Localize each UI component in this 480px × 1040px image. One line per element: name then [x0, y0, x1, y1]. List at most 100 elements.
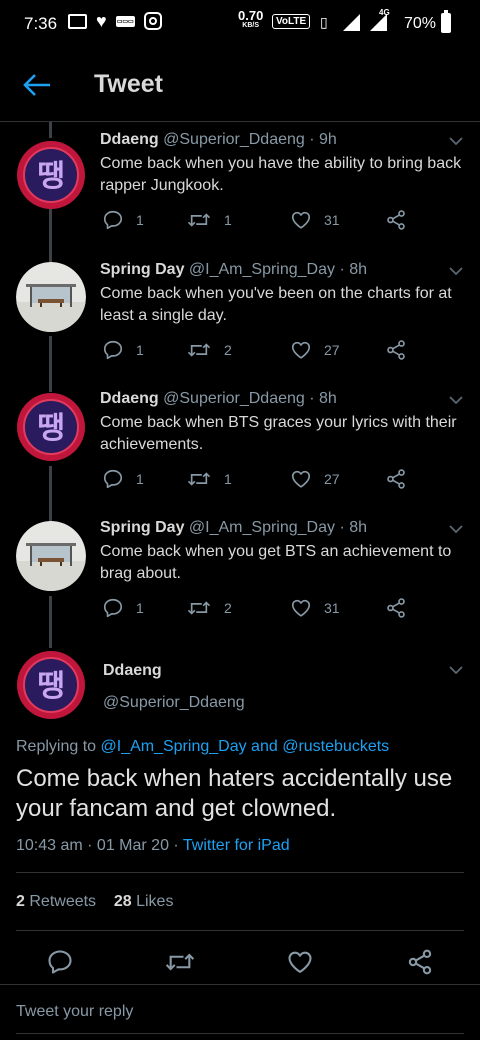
like-button[interactable]: 31: [290, 597, 340, 619]
ddaeng-avatar[interactable]: 땡: [16, 140, 86, 210]
mail-icon: [68, 13, 87, 29]
reply-count: 1: [136, 342, 144, 358]
share-icon: [385, 597, 407, 619]
share-icon[interactable]: [406, 948, 434, 976]
like-button[interactable]: 31: [290, 209, 340, 231]
retweet-icon[interactable]: [164, 948, 196, 976]
main-tweet-text: Come back when haters accidentally use y…: [16, 765, 453, 822]
volte-badge: VoLTE: [272, 14, 311, 29]
tweet-header: Ddaeng @Superior_Ddaeng · 9h: [100, 131, 337, 149]
tweet-item[interactable]: Spring Day @I_Am_Spring_Day · 8h Come ba…: [0, 261, 480, 371]
reply-count: 1: [136, 600, 144, 616]
share-button[interactable]: [385, 209, 407, 231]
tweet-author-handle[interactable]: @I_Am_Spring_Day: [189, 261, 335, 278]
ddaeng-avatar[interactable]: 땡: [16, 392, 86, 462]
replying-to: Replying to @I_Am_Spring_Day and @rusteb…: [16, 738, 390, 755]
retweet-count: 2: [224, 600, 232, 616]
signal-icon: [343, 14, 360, 31]
reply-button[interactable]: 1: [102, 597, 144, 619]
tweet-header: Spring Day @I_Am_Spring_Day · 8h: [100, 261, 367, 279]
tweet-time: · 8h: [309, 390, 337, 407]
retweet-count: 1: [224, 212, 232, 228]
tweet-author-name[interactable]: Ddaeng: [100, 131, 159, 148]
network-type: 4G: [379, 8, 390, 17]
reply-icon[interactable]: [46, 948, 74, 976]
tweet-text: Come back when you've been on the charts…: [100, 285, 452, 324]
tweet-author-name[interactable]: Ddaeng: [100, 390, 159, 407]
tweet-author-handle[interactable]: @I_Am_Spring_Day: [189, 519, 335, 536]
retweet-button[interactable]: 1: [186, 209, 232, 231]
heart-icon[interactable]: [286, 948, 314, 976]
replying-user-link[interactable]: @I_Am_Spring_Day: [101, 738, 247, 755]
reply-button[interactable]: 1: [102, 339, 144, 361]
spring-day-avatar[interactable]: [16, 262, 86, 332]
retweet-button[interactable]: 2: [186, 339, 232, 361]
svg-text:땡: 땡: [37, 411, 65, 446]
replying-user-link[interactable]: @rustebuckets: [282, 738, 389, 755]
tweet-author-handle[interactable]: @Superior_Ddaeng: [163, 131, 305, 148]
reply-icon: [102, 468, 124, 490]
retweet-icon: [186, 339, 212, 361]
retweet-count: 2: [224, 342, 232, 358]
tweet-author-name[interactable]: Spring Day: [100, 261, 184, 278]
like-button[interactable]: 27: [290, 468, 340, 490]
status-bar: 7:36 ♥ ▭▭▭ 0.70 KB/S VoLTE ▯ 4G 70%: [0, 0, 480, 48]
spring-day-avatar[interactable]: [16, 521, 86, 591]
ddaeng-avatar[interactable]: 땡: [16, 650, 86, 720]
svg-text:땡: 땡: [37, 669, 65, 704]
like-count: 27: [324, 342, 340, 358]
divider: [16, 872, 464, 873]
back-arrow-icon[interactable]: [22, 72, 52, 98]
reply-count: 1: [136, 212, 144, 228]
chevron-down-icon[interactable]: [448, 394, 464, 406]
tweet-item[interactable]: 땡 Ddaeng @Superior_Ddaeng · 9h Come back…: [0, 131, 480, 241]
tweet-time: · 9h: [309, 131, 337, 148]
reply-button[interactable]: 1: [102, 468, 144, 490]
retweet-button[interactable]: 1: [186, 468, 232, 490]
retweet-icon: [186, 468, 212, 490]
reply-input[interactable]: [16, 1003, 456, 1021]
share-button[interactable]: [385, 468, 407, 490]
share-button[interactable]: [385, 597, 407, 619]
tweet-stats: 2 Retweets 28 Likes: [16, 893, 173, 911]
reply-button[interactable]: 1: [102, 209, 144, 231]
chevron-down-icon[interactable]: [448, 664, 464, 676]
tweet-item[interactable]: Spring Day @I_Am_Spring_Day · 8h Come ba…: [0, 519, 480, 629]
main-tweet-author-handle[interactable]: @Superior_Ddaeng: [103, 694, 245, 712]
share-button[interactable]: [385, 339, 407, 361]
likes-stat[interactable]: 28 Likes: [114, 893, 174, 910]
tweet-header: Ddaeng @Superior_Ddaeng · 8h: [100, 390, 337, 408]
tweet-author-name[interactable]: Spring Day: [100, 519, 184, 536]
like-button[interactable]: 27: [290, 339, 340, 361]
retweet-button[interactable]: 2: [186, 597, 232, 619]
tweet-time: · 8h: [339, 519, 368, 536]
retweet-icon: [186, 209, 212, 231]
tweet-author-handle[interactable]: @Superior_Ddaeng: [163, 390, 305, 407]
chevron-down-icon[interactable]: [448, 135, 464, 147]
main-tweet-timestamp: 10:43 am · 01 Mar 20 ·: [16, 837, 179, 854]
tweet-source-link[interactable]: Twitter for iPad: [183, 837, 290, 854]
heart-notification-icon: ♥: [96, 11, 107, 31]
chevron-down-icon[interactable]: [448, 523, 464, 535]
like-count: 31: [324, 600, 340, 616]
network-speed: 0.70 KB/S: [238, 8, 264, 29]
reply-icon: [102, 209, 124, 231]
page-title: Tweet: [94, 70, 163, 98]
tweet-text: Come back when you have the ability to b…: [100, 155, 462, 194]
svg-text:땡: 땡: [37, 159, 65, 194]
like-count: 27: [324, 471, 340, 487]
tweet-item[interactable]: 땡 Ddaeng @Superior_Ddaeng · 8h Come back…: [0, 390, 480, 500]
main-tweet-author-name[interactable]: Ddaeng: [103, 662, 162, 680]
chevron-down-icon[interactable]: [448, 265, 464, 277]
share-icon: [385, 339, 407, 361]
instagram-icon: [143, 12, 162, 30]
share-icon: [385, 209, 407, 231]
reply-icon: [102, 339, 124, 361]
vibrate-icon: ▯: [320, 14, 328, 30]
divider: [16, 930, 464, 931]
heart-icon: [290, 209, 312, 231]
retweets-stat[interactable]: 2 Retweets: [16, 893, 96, 910]
retweet-icon: [186, 597, 212, 619]
app-notification-icon: ▭▭▭: [115, 15, 135, 27]
like-count: 31: [324, 212, 340, 228]
